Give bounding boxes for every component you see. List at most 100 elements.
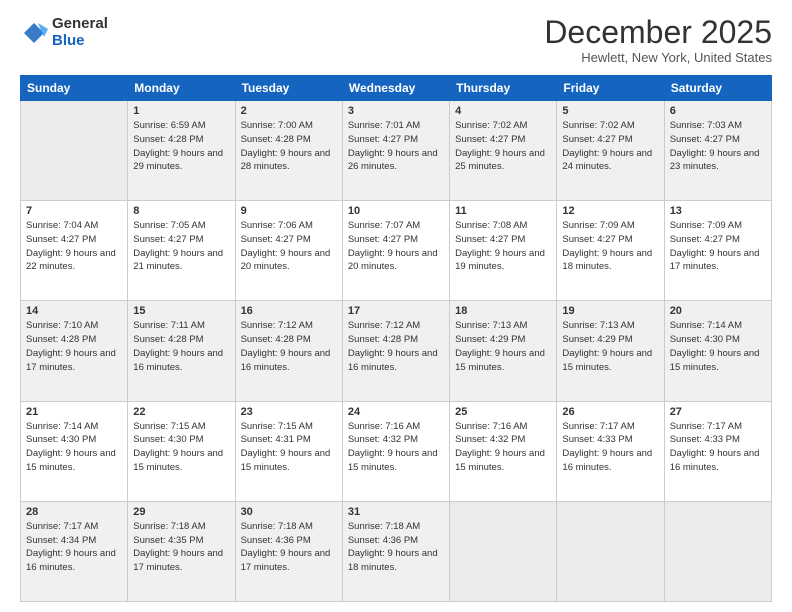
day-info: Sunrise: 7:10 AMSunset: 4:28 PMDaylight:…	[26, 319, 122, 374]
sunrise: Sunrise: 7:06 AM	[241, 220, 313, 231]
day-number: 9	[241, 205, 337, 217]
calendar-cell: 3 Sunrise: 7:01 AMSunset: 4:27 PMDaylight…	[342, 101, 449, 201]
calendar-cell: 26Sunrise: 7:17 AMSunset: 4:33 PMDayligh…	[557, 401, 664, 501]
daylight: Daylight: 9 hours and 16 minutes.	[670, 448, 760, 473]
sunrise: Sunrise: 7:16 AM	[348, 421, 420, 432]
calendar-cell: 23Sunrise: 7:15 AMSunset: 4:31 PMDayligh…	[235, 401, 342, 501]
day-number: 27	[670, 406, 766, 418]
calendar-cell: 16Sunrise: 7:12 AMSunset: 4:28 PMDayligh…	[235, 301, 342, 401]
sunrise: Sunrise: 7:12 AM	[241, 320, 313, 331]
calendar-cell: 7Sunrise: 7:04 AMSunset: 4:27 PMDaylight…	[21, 201, 128, 301]
sunset: Sunset: 4:28 PM	[133, 134, 203, 145]
calendar-cell: 6Sunrise: 7:03 AMSunset: 4:27 PMDaylight…	[664, 101, 771, 201]
calendar-cell: 5Sunrise: 7:02 AMSunset: 4:27 PMDaylight…	[557, 101, 664, 201]
day-info: Sunrise: 7:04 AMSunset: 4:27 PMDaylight:…	[26, 219, 122, 274]
day-number: 4	[455, 105, 551, 117]
calendar-cell: 12Sunrise: 7:09 AMSunset: 4:27 PMDayligh…	[557, 201, 664, 301]
sunrise: Sunrise: 7:18 AM	[133, 521, 205, 532]
day-number: 30	[241, 506, 337, 518]
calendar-cell: 30 Sunrise: 7:18 AM Sunset: 4:36 PM Dayligh…	[235, 501, 342, 601]
sunrise: Sunrise: 7:16 AM	[455, 421, 527, 432]
sunset: Sunset: 4:33 PM	[670, 434, 740, 445]
daylight: Daylight: 9 hours and 18 minutes.	[348, 548, 438, 573]
sunrise: Sunrise: 7:18 AM	[241, 521, 313, 532]
daylight: Daylight: 9 hours and 19 minutes.	[455, 248, 545, 273]
daylight: Daylight: 9 hours and 15 minutes.	[133, 448, 223, 473]
sunset: Sunset: 4:36 PM	[241, 535, 311, 546]
daylight: Daylight: 9 hours and 15 minutes.	[670, 348, 760, 373]
daylight: Daylight: 9 hours and 16 minutes.	[241, 348, 331, 373]
daylight: Daylight: 9 hours and 15 minutes.	[26, 448, 116, 473]
calendar-row-week-5: 28Sunrise: 7:17 AMSunset: 4:34 PMDayligh…	[21, 501, 772, 601]
day-info: Sunrise: 7:14 AMSunset: 4:30 PMDaylight:…	[670, 319, 766, 374]
sunset: Sunset: 4:27 PM	[670, 234, 740, 245]
day-number: 20	[670, 305, 766, 317]
calendar-cell: 27 Sunrise: 7:17 AM Sunset: 4:33 PM Dayligh…	[664, 401, 771, 501]
sunrise: Sunrise: 7:03 AM	[670, 120, 742, 131]
day-info: Sunrise: 6:59 AMSunset: 4:28 PMDaylight:…	[133, 119, 229, 174]
calendar-cell	[557, 501, 664, 601]
sunset: Sunset: 4:30 PM	[26, 434, 96, 445]
calendar-cell: 17Sunrise: 7:12 AMSunset: 4:28 PMDayligh…	[342, 301, 449, 401]
calendar-cell	[450, 501, 557, 601]
day-info: Sunrise: 7:17 AMSunset: 4:33 PMDaylight:…	[562, 420, 658, 475]
calendar-cell: 10Sunrise: 7:07 AMSunset: 4:27 PMDayligh…	[342, 201, 449, 301]
day-info: Sunrise: 7:12 AMSunset: 4:28 PMDaylight:…	[241, 319, 337, 374]
daylight: Daylight: 9 hours and 28 minutes.	[241, 148, 331, 173]
sunset: Sunset: 4:28 PM	[348, 334, 418, 345]
sunset: Sunset: 4:36 PM	[348, 535, 418, 546]
day-number: 2	[241, 105, 337, 117]
sunrise: Sunrise: 7:12 AM	[348, 320, 420, 331]
sunrise: Sunrise: 7:17 AM	[562, 421, 634, 432]
daylight: Daylight: 9 hours and 17 minutes.	[133, 548, 223, 573]
day-number: 11	[455, 205, 551, 217]
daylight: Daylight: 9 hours and 17 minutes.	[670, 248, 760, 273]
sunrise: Sunrise: 7:17 AM	[670, 421, 742, 432]
calendar-cell: 21Sunrise: 7:14 AMSunset: 4:30 PMDayligh…	[21, 401, 128, 501]
col-thursday: Thursday	[450, 76, 557, 101]
daylight: Daylight: 9 hours and 15 minutes.	[562, 348, 652, 373]
calendar-cell	[21, 101, 128, 201]
day-info: Sunrise: 7:08 AMSunset: 4:27 PMDaylight:…	[455, 219, 551, 274]
sunset: Sunset: 4:32 PM	[455, 434, 525, 445]
day-number: 3	[348, 105, 444, 117]
daylight: Daylight: 9 hours and 24 minutes.	[562, 148, 652, 173]
daylight: Daylight: 9 hours and 20 minutes.	[241, 248, 331, 273]
day-number: 19	[562, 305, 658, 317]
location: Hewlett, New York, United States	[544, 50, 772, 65]
day-number: 18	[455, 305, 551, 317]
sunset: Sunset: 4:27 PM	[455, 134, 525, 145]
col-tuesday: Tuesday	[235, 76, 342, 101]
day-info: Sunrise: 7:07 AMSunset: 4:27 PMDaylight:…	[348, 219, 444, 274]
sunrise: Sunrise: 6:59 AM	[133, 120, 205, 131]
day-number: 1	[133, 105, 229, 117]
day-info: Sunrise: 7:16 AM Sunset: 4:32 PM Daylight:…	[455, 420, 551, 475]
day-info: Sunrise: 7:11 AMSunset: 4:28 PMDaylight:…	[133, 319, 229, 374]
sunrise: Sunrise: 7:17 AM	[26, 521, 98, 532]
sunset: Sunset: 4:29 PM	[455, 334, 525, 345]
day-info: Sunrise: 7:17 AM Sunset: 4:33 PM Daylight:…	[670, 420, 766, 475]
sunrise: Sunrise: 7:02 AM	[455, 120, 527, 131]
sunrise: Sunrise: 7:02 AM	[562, 120, 634, 131]
sunrise: Sunrise: 7:14 AM	[26, 421, 98, 432]
daylight: Daylight: 9 hours and 17 minutes.	[241, 548, 331, 573]
logo: General Blue	[20, 16, 108, 49]
sunrise: Sunrise: 7:11 AM	[133, 320, 205, 331]
day-info: Sunrise: 7:01 AMSunset: 4:27 PMDaylight:…	[348, 119, 444, 174]
sunset: Sunset: 4:27 PM	[348, 134, 418, 145]
calendar-row-week-1: 1 Sunrise: 6:59 AM Sunset: 4:28 PM Daylight…	[21, 101, 772, 201]
sunset: Sunset: 4:32 PM	[348, 434, 418, 445]
logo-text: General Blue	[52, 16, 108, 49]
day-info: Sunrise: 7:13 AMSunset: 4:29 PMDaylight:…	[455, 319, 551, 374]
day-info: Sunrise: 7:16 AMSunset: 4:32 PMDaylight:…	[348, 420, 444, 475]
daylight: Daylight: 9 hours and 15 minutes.	[455, 448, 545, 473]
calendar-row-week-4: 21Sunrise: 7:14 AMSunset: 4:30 PMDayligh…	[21, 401, 772, 501]
sunset: Sunset: 4:34 PM	[26, 535, 96, 546]
day-number: 31	[348, 506, 444, 518]
day-info: Sunrise: 7:06 AMSunset: 4:27 PMDaylight:…	[241, 219, 337, 274]
col-sunday: Sunday	[21, 76, 128, 101]
calendar-cell: 4Sunrise: 7:02 AMSunset: 4:27 PMDaylight…	[450, 101, 557, 201]
sunrise: Sunrise: 7:13 AM	[455, 320, 527, 331]
calendar-cell: 1Sunrise: 6:59 AMSunset: 4:28 PMDaylight…	[128, 101, 235, 201]
calendar-cell: 14Sunrise: 7:10 AMSunset: 4:28 PMDayligh…	[21, 301, 128, 401]
